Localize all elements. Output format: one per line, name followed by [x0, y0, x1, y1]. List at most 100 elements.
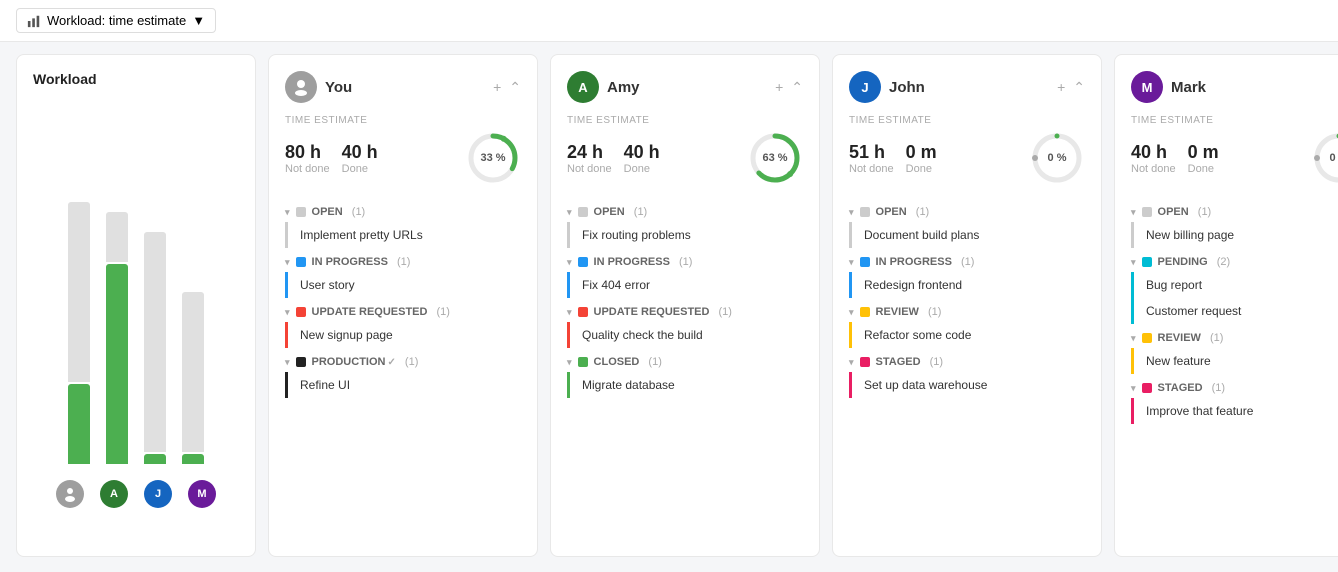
chart-area: A J M — [33, 99, 239, 508]
section-header[interactable]: ▾ OPEN (1) — [285, 202, 521, 222]
status-label: IN PROGRESS — [876, 256, 952, 268]
status-dot — [1142, 257, 1152, 267]
done-block: 0 m Done — [1188, 142, 1219, 175]
avatar-john: J — [849, 71, 881, 103]
not-done-block: 80 h Not done — [285, 142, 330, 175]
not-done-label: Not done — [1131, 163, 1176, 175]
section-in-progress: ▾ IN PROGRESS (1) User story — [285, 252, 521, 298]
bar-green-amy — [106, 264, 128, 464]
status-dot — [860, 307, 870, 317]
add-icon[interactable]: + — [775, 79, 783, 96]
task-item: New billing page — [1131, 222, 1338, 248]
chevron-icon: ▾ — [567, 357, 572, 368]
not-done-label: Not done — [285, 163, 330, 175]
section-closed: ▾ CLOSED (1) Migrate database — [567, 352, 803, 398]
donut-label: 33 % — [480, 152, 505, 164]
status-label: CLOSED — [594, 356, 640, 368]
section-header[interactable]: ▾ IN PROGRESS (1) — [849, 252, 1085, 272]
section-header[interactable]: ▾ PENDING (2) — [1131, 252, 1338, 272]
status-dot — [1142, 333, 1152, 343]
not-done-block: 51 h Not done — [849, 142, 894, 175]
bar-gray-john — [144, 232, 166, 452]
status-count: (1) — [715, 306, 732, 318]
chevron-icon: ▾ — [1131, 207, 1136, 218]
main-content: Workload — [0, 42, 1338, 569]
chevron-icon: ▾ — [567, 307, 572, 318]
add-icon[interactable]: + — [1057, 79, 1065, 96]
section-header[interactable]: ▾ OPEN (1) — [849, 202, 1085, 222]
chevron-icon: ▾ — [285, 207, 290, 218]
donut-wrap: 63 % — [747, 130, 803, 186]
not-done-value: 24 h — [567, 142, 612, 163]
status-label: IN PROGRESS — [312, 256, 388, 268]
status-count: (1) — [402, 356, 419, 368]
production-check-icon: ✓ — [387, 357, 395, 368]
task-item: Fix routing problems — [567, 222, 803, 248]
status-dot — [860, 207, 870, 217]
section-open: ▾ OPEN (1) Fix routing problems — [567, 202, 803, 248]
done-value: 40 h — [342, 142, 378, 163]
status-count: (1) — [1209, 382, 1226, 394]
bar-gray-amy — [106, 212, 128, 262]
collapse-icon[interactable]: ⌃ — [509, 79, 521, 96]
section-header[interactable]: ▾ UPDATE REQUESTED (1) — [567, 302, 803, 322]
not-done-block: 40 h Not done — [1131, 142, 1176, 175]
chevron-icon: ▾ — [1131, 333, 1136, 344]
done-block: 40 h Done — [624, 142, 660, 175]
card-actions: + ⌃ — [775, 79, 803, 96]
donut-label: 0 % — [1048, 152, 1067, 164]
not-done-block: 24 h Not done — [567, 142, 612, 175]
card-you: You + ⌃ TIME ESTIMATE 80 h Not done 40 h… — [268, 54, 538, 557]
bar-green-mark — [182, 454, 204, 464]
section-open: ▾ OPEN (1) Document build plans — [849, 202, 1085, 248]
section-header[interactable]: ▾ STAGED (1) — [849, 352, 1085, 372]
section-staged: ▾ STAGED (1) Improve that feature — [1131, 378, 1338, 424]
task-item: Document build plans — [849, 222, 1085, 248]
section-header[interactable]: ▾ CLOSED (1) — [567, 352, 803, 372]
person-name: Mark — [1171, 79, 1331, 96]
status-count: (1) — [433, 306, 450, 318]
status-dot — [860, 357, 870, 367]
avatar-mark: M — [1131, 71, 1163, 103]
done-label: Done — [624, 163, 660, 175]
not-done-value: 40 h — [1131, 142, 1176, 163]
chevron-icon: ▾ — [285, 307, 290, 318]
section-header[interactable]: ▾ OPEN (1) — [567, 202, 803, 222]
section-header[interactable]: ▾ UPDATE REQUESTED (1) — [285, 302, 521, 322]
avatar-mark: M — [188, 480, 216, 508]
section-update-requested: ▾ UPDATE REQUESTED (1) Quality check the… — [567, 302, 803, 348]
chevron-icon: ▾ — [849, 257, 854, 268]
collapse-icon[interactable]: ⌃ — [1073, 79, 1085, 96]
section-open: ▾ OPEN (1) New billing page — [1131, 202, 1338, 248]
task-item: Implement pretty URLs — [285, 222, 521, 248]
time-estimate-label: TIME ESTIMATE — [849, 115, 1085, 126]
status-dot — [860, 257, 870, 267]
status-label: STAGED — [1158, 382, 1203, 394]
done-value: 40 h — [624, 142, 660, 163]
status-count: (1) — [676, 256, 693, 268]
section-header[interactable]: ▾ REVIEW (1) — [1131, 328, 1338, 348]
status-label: REVIEW — [876, 306, 919, 318]
section-header[interactable]: ▾ REVIEW (1) — [849, 302, 1085, 322]
section-header[interactable]: ▾ OPEN (1) — [1131, 202, 1338, 222]
card-header: A Amy + ⌃ — [567, 71, 803, 103]
cards-container: You + ⌃ TIME ESTIMATE 80 h Not done 40 h… — [268, 54, 1338, 557]
section-header[interactable]: ▾ IN PROGRESS (1) — [285, 252, 521, 272]
section-header[interactable]: ▾ STAGED (1) — [1131, 378, 1338, 398]
collapse-icon[interactable]: ⌃ — [791, 79, 803, 96]
card-header: M Mark + ⌃ — [1131, 71, 1338, 103]
status-count: (1) — [394, 256, 411, 268]
section-header[interactable]: ▾ IN PROGRESS (1) — [567, 252, 803, 272]
status-dot — [296, 357, 306, 367]
section-header[interactable]: ▾ PRODUCTION✓ (1) — [285, 352, 521, 372]
chevron-icon: ▾ — [285, 357, 290, 368]
bar-john — [144, 144, 166, 464]
workload-dropdown[interactable]: Workload: time estimate ▼ — [16, 8, 216, 33]
card-amy: A Amy + ⌃ TIME ESTIMATE 24 h Not done 40… — [550, 54, 820, 557]
donut-wrap: 33 % — [465, 130, 521, 186]
not-done-value: 51 h — [849, 142, 894, 163]
bar-you — [68, 144, 90, 464]
avatar-john: J — [144, 480, 172, 508]
section-pending: ▾ PENDING (2) Bug reportCustomer request — [1131, 252, 1338, 324]
add-icon[interactable]: + — [493, 79, 501, 96]
